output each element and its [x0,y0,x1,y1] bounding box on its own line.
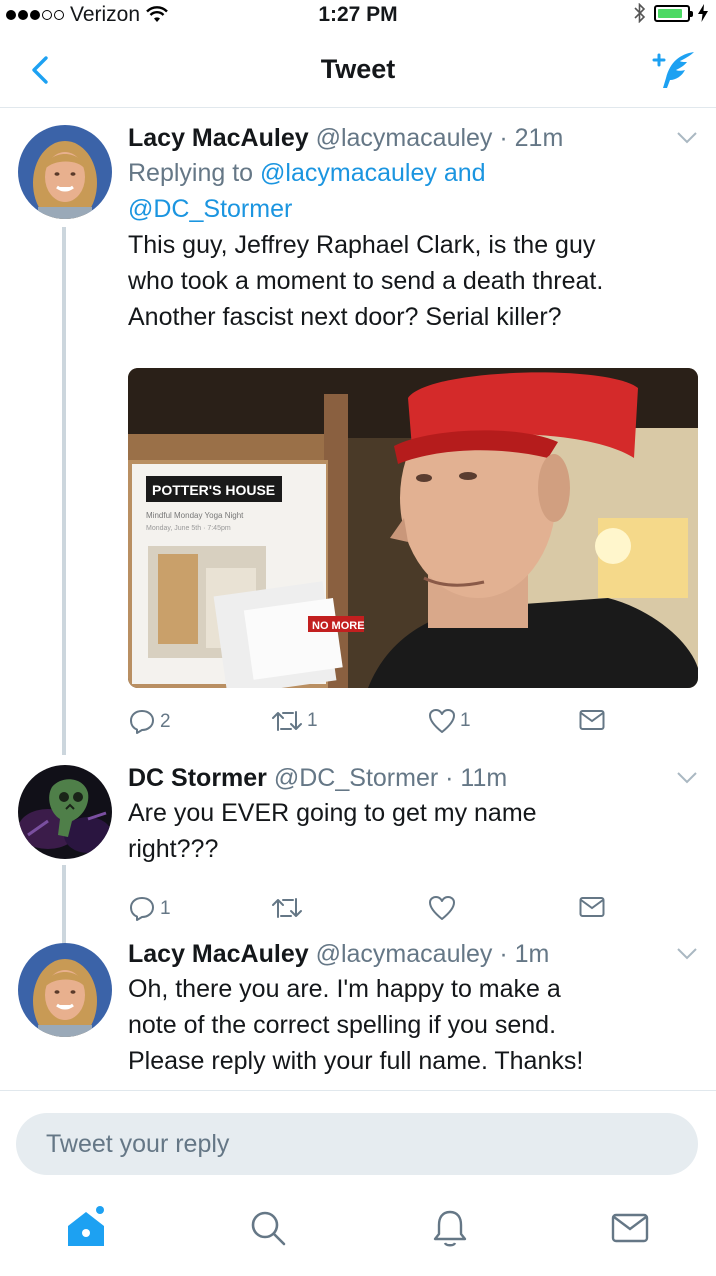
like-action[interactable] [428,895,456,921]
tweet-content: Lacy MacAuley @lacymacauley · 21m Replyi… [128,121,698,335]
sign-title: POTTER'S HOUSE [152,482,275,498]
message-action[interactable] [578,895,606,919]
tweet-photo[interactable]: POTTER'S HOUSE Mindful Monday Yoga Night… [128,368,698,688]
author-handle[interactable]: @DC_Stormer [274,764,438,792]
tweet-header: Lacy MacAuley @lacymacauley · 21m [128,124,564,152]
tweet-header: Lacy MacAuley @lacymacauley · 1m [128,940,550,968]
message-action[interactable] [578,708,606,732]
like-count: 1 [460,710,471,731]
battery-icon [654,4,693,22]
status-right [634,3,708,23]
envelope-icon [579,710,605,730]
author-name[interactable]: Lacy MacAuley [128,124,309,152]
reply-bar: Tweet your reply [0,1090,716,1186]
retweet-action[interactable]: 1 [271,708,318,734]
tweet-3[interactable]: Lacy MacAuley @lacymacauley · 1m Oh, the… [0,937,716,1089]
tweet-content: DC Stormer @DC_Stormer · 11m Are you EVE… [128,761,698,867]
reply-input[interactable]: Tweet your reply [16,1113,698,1175]
tweet-header: DC Stormer @DC_Stormer · 11m [128,764,508,792]
messages-icon[interactable] [606,1204,654,1252]
avatar-lacy-macauley[interactable] [18,125,112,219]
reply-action[interactable]: 2 [128,708,171,736]
retweet-icon [272,711,302,731]
tweet-text: This guy, Jeffrey Raphael Clark, is the … [128,231,604,331]
author-name[interactable]: Lacy MacAuley [128,940,309,968]
author-name[interactable]: DC Stormer [128,764,267,792]
reply-icon [130,897,154,921]
tweet-content: Lacy MacAuley @lacymacauley · 1m Oh, the… [128,937,698,1079]
retweet-icon [272,898,302,918]
author-handle[interactable]: @lacymacauley [316,940,493,968]
tweet-1[interactable]: Lacy MacAuley @lacymacauley · 21m Replyi… [0,109,716,755]
avatar-lacy-macauley[interactable] [18,943,112,1037]
chevron-down-icon[interactable] [676,771,698,785]
reply-action[interactable]: 1 [128,895,171,923]
sign-line-2: Monday, June 5th · 7:45pm [146,525,231,532]
notifications-icon[interactable] [426,1204,474,1252]
reply-count: 1 [160,898,171,919]
search-icon[interactable] [244,1204,292,1252]
tweet-actions: 2 1 1 [128,708,608,740]
retweet-action[interactable] [271,895,303,921]
mention-link[interactable]: @lacymacauley [260,159,437,187]
charging-bolt-icon [698,4,708,22]
tweet-time: 21m [514,124,564,152]
like-action[interactable]: 1 [428,708,471,734]
tab-bar [0,1186,716,1276]
nav-bar: Tweet [0,32,716,108]
home-icon[interactable] [62,1204,110,1252]
retweet-count: 1 [307,710,318,731]
bluetooth-icon [634,3,646,23]
tweet-2[interactable]: DC Stormer @DC_Stormer · 11m Are you EVE… [0,751,716,989]
tweet-actions: 1 [128,895,608,927]
heart-icon [429,709,455,733]
tweet-time: 1m [514,940,550,968]
reply-icon [130,710,154,734]
chevron-down-icon[interactable] [676,947,698,961]
replying-to: Replying to @lacymacauley and @DC_Storme… [128,159,486,223]
avatar-dc-stormer[interactable] [18,765,112,859]
sign-line-1: Mindful Monday Yoga Night [146,511,244,520]
status-bar: Verizon 1:27 PM [0,0,716,32]
tweet-time: 11m [460,764,508,792]
heart-icon [429,896,455,920]
envelope-icon [579,897,605,917]
tweet-text: Are you EVER going to get my name right?… [128,799,537,863]
mention-link[interactable]: @DC_Stormer [128,195,292,223]
thread-line [62,227,66,755]
page-title: Tweet [320,54,396,84]
flyer-text: NO MORE [312,620,365,632]
chevron-down-icon[interactable] [676,131,698,145]
status-time: 1:27 PM [318,3,398,26]
reply-count: 2 [160,711,171,732]
author-handle[interactable]: @lacymacauley [316,124,493,152]
compose-tweet-icon[interactable] [650,48,698,92]
tweet-text: Oh, there you are. I'm happy to make a n… [128,975,584,1075]
